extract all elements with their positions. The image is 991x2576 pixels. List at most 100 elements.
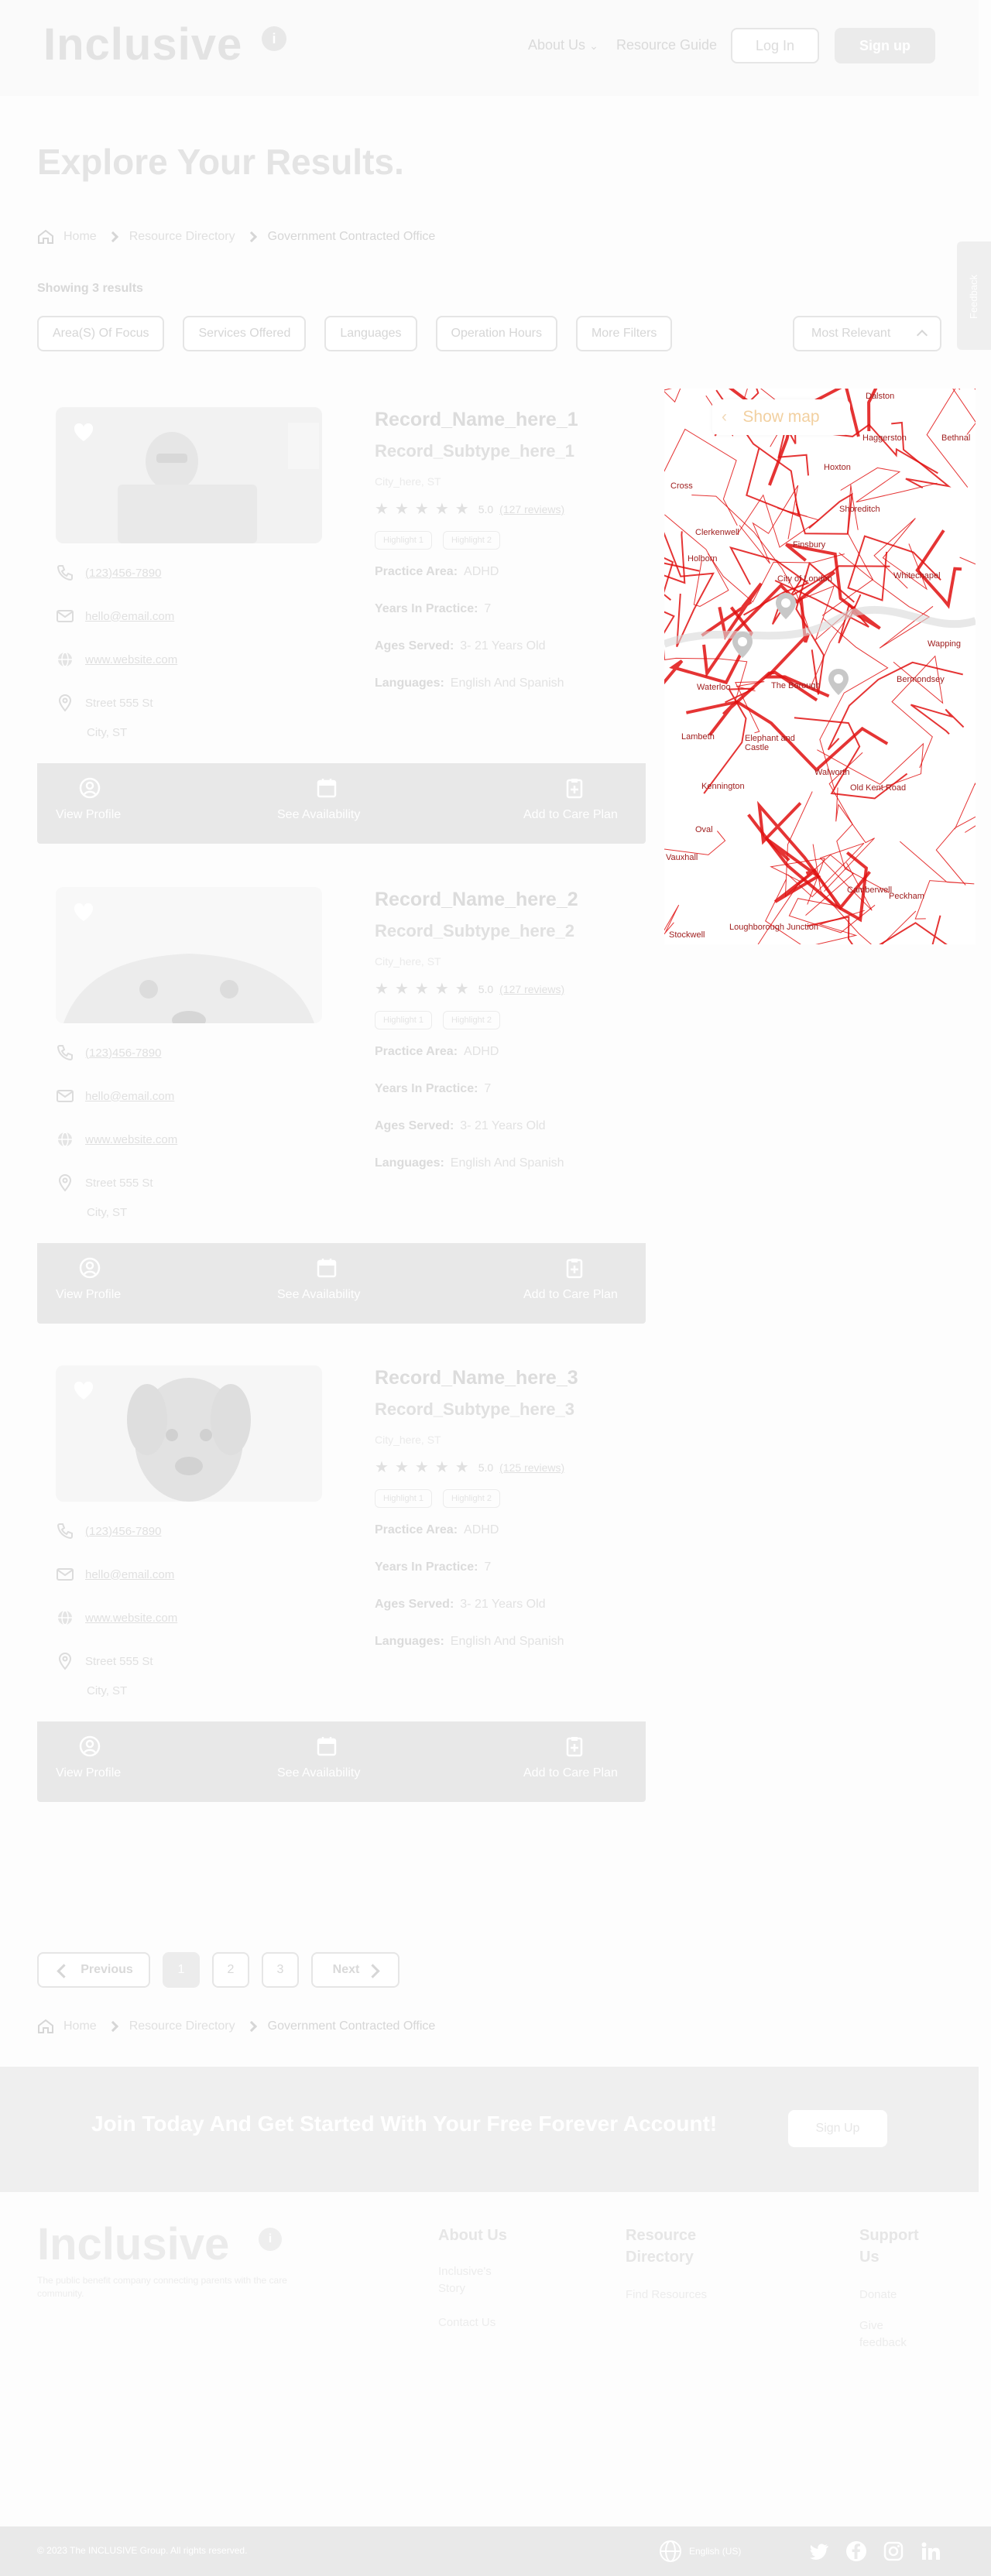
- star-icon: ★: [434, 1459, 449, 1476]
- phone-icon: [57, 565, 73, 581]
- filter-more[interactable]: More Filters: [575, 316, 673, 351]
- provider-photo-frame[interactable]: [56, 887, 322, 1023]
- favorite-heart-icon[interactable]: [73, 903, 94, 923]
- phone-link[interactable]: (123)456-7890: [85, 567, 161, 580]
- login-button[interactable]: Log In: [731, 28, 819, 63]
- footer-link-feedback[interactable]: Give feedback: [859, 2317, 929, 2352]
- filter-operation-hours[interactable]: Operation Hours: [435, 316, 557, 351]
- record-name[interactable]: Record_Name_here_1: [375, 409, 578, 431]
- nav-about-us[interactable]: About Us ⌄: [528, 37, 598, 53]
- website-link[interactable]: www.website.com: [85, 1133, 177, 1146]
- star-icon: ★: [394, 981, 409, 998]
- provider-photo-frame[interactable]: [56, 1365, 322, 1502]
- breadcrumb-directory[interactable]: Resource Directory: [129, 2019, 235, 2033]
- footer-link-story[interactable]: Inclusive's Story: [438, 2263, 508, 2297]
- email-icon: [57, 1568, 74, 1581]
- filter-services-offered[interactable]: Services Offered: [183, 316, 307, 351]
- phone-link[interactable]: (123)456-7890: [85, 1046, 161, 1060]
- reviews-link[interactable]: (127 reviews): [499, 983, 564, 995]
- home-icon[interactable]: [37, 2019, 54, 2034]
- facebook-icon[interactable]: [845, 2540, 867, 2562]
- instagram-icon[interactable]: [883, 2540, 904, 2562]
- reviews-link[interactable]: (127 reviews): [499, 503, 564, 516]
- footer-link-donate[interactable]: Donate: [859, 2287, 897, 2304]
- star-icon: ★: [414, 981, 429, 998]
- email-link[interactable]: hello@email.com: [85, 610, 174, 623]
- breadcrumb: Home Resource Directory Government Contr…: [37, 228, 435, 246]
- phone-row[interactable]: (123)456-7890: [56, 1522, 161, 1540]
- signup-button[interactable]: Sign up: [835, 28, 935, 63]
- breadcrumb-home[interactable]: Home: [63, 230, 97, 244]
- languages-row: Languages: English And Spanish: [375, 1635, 564, 1649]
- phone-row[interactable]: (123)456-7890: [56, 1043, 161, 1062]
- filter-languages[interactable]: Languages: [324, 316, 417, 351]
- email-row[interactable]: hello@email.com: [56, 1087, 174, 1105]
- email-row[interactable]: hello@email.com: [56, 607, 174, 625]
- provider-photo: [56, 1365, 322, 1502]
- page-3-button[interactable]: 3: [262, 1952, 299, 1988]
- website-row[interactable]: www.website.com: [56, 1608, 177, 1627]
- website-link[interactable]: www.website.com: [85, 1612, 177, 1625]
- show-map-button[interactable]: ‹ Show map: [712, 399, 850, 435]
- email-row[interactable]: hello@email.com: [56, 1565, 174, 1584]
- add-care-plan-button[interactable]: Add to Care Plan: [37, 1721, 646, 1802]
- footer-link-find-resources[interactable]: Find Resources: [626, 2287, 707, 2304]
- nav-resource-guide[interactable]: Resource Guide: [616, 37, 717, 53]
- website-row[interactable]: www.website.com: [56, 1130, 177, 1149]
- phone-link[interactable]: (123)456-7890: [85, 1525, 161, 1538]
- show-map-label: Show map: [742, 408, 820, 426]
- provider-photo: [56, 407, 322, 543]
- record-name[interactable]: Record_Name_here_3: [375, 1367, 578, 1389]
- linkedin-icon[interactable]: [920, 2540, 941, 2562]
- previous-page-button[interactable]: Previous: [37, 1952, 150, 1988]
- languages-label: Languages:: [375, 677, 444, 690]
- breadcrumb-current: Government Contracted Office: [267, 230, 436, 243]
- footer-link-contact[interactable]: Contact Us: [438, 2314, 496, 2331]
- feedback-tab[interactable]: Feedback: [957, 242, 991, 350]
- filter-area-of-focus[interactable]: Area(S) Of Focus: [37, 316, 165, 351]
- website-row[interactable]: www.website.com: [56, 650, 177, 669]
- map-pin-icon[interactable]: [774, 591, 797, 621]
- email-link[interactable]: hello@email.com: [85, 1568, 174, 1581]
- sort-dropdown[interactable]: Most Relevant: [793, 316, 941, 351]
- practice-area-value: ADHD: [464, 1523, 499, 1536]
- favorite-heart-icon[interactable]: [73, 423, 94, 443]
- language-selector[interactable]: English (US): [658, 2539, 741, 2564]
- map-place-label: Haggerston: [862, 433, 907, 443]
- page-1-button[interactable]: 1: [163, 1952, 200, 1988]
- twitter-icon[interactable]: [808, 2540, 830, 2562]
- home-icon[interactable]: [37, 229, 54, 245]
- reviews-link[interactable]: (125 reviews): [499, 1461, 564, 1474]
- record-name[interactable]: Record_Name_here_2: [375, 889, 578, 911]
- next-page-button[interactable]: Next: [311, 1952, 399, 1988]
- phone-icon: [57, 1045, 73, 1061]
- footer-logo[interactable]: Inclusive: [37, 2218, 229, 2270]
- email-link[interactable]: hello@email.com: [85, 1090, 174, 1103]
- map-place-label: Cross: [670, 481, 693, 491]
- provider-photo-frame[interactable]: [56, 407, 322, 543]
- page-2-button[interactable]: 2: [212, 1952, 249, 1988]
- map-place-label: The Borough: [771, 681, 821, 690]
- map-pin-icon[interactable]: [731, 630, 754, 659]
- result-card: Record_Name_here_3 Record_Subtype_here_3 C…: [37, 1347, 646, 1802]
- add-care-plan-button[interactable]: Add to Care Plan: [37, 763, 646, 844]
- add-care-plan-button[interactable]: Add to Care Plan: [37, 1243, 646, 1324]
- years-value: 7: [484, 602, 492, 615]
- phone-row[interactable]: (123)456-7890: [56, 564, 161, 582]
- website-link[interactable]: www.website.com: [85, 653, 177, 666]
- breadcrumb-home[interactable]: Home: [63, 2019, 97, 2033]
- breadcrumb-directory[interactable]: Resource Directory: [129, 230, 235, 244]
- site-logo[interactable]: Inclusive: [43, 19, 242, 70]
- cta-signup-button[interactable]: Sign Up: [788, 2110, 887, 2147]
- map-place-label: Kennington: [701, 782, 745, 791]
- highlight-tag: Highlight 1: [375, 531, 432, 550]
- logo-badge-icon: i: [262, 26, 286, 51]
- record-subtype: Record_Subtype_here_3: [375, 1399, 574, 1419]
- highlight-tag: Highlight 2: [442, 531, 500, 550]
- map-roads: [664, 389, 976, 944]
- favorite-heart-icon[interactable]: [73, 1381, 94, 1401]
- map-pin-icon[interactable]: [827, 667, 850, 697]
- address-street: Street 555 St: [85, 696, 153, 710]
- cta-text: Join Today And Get Started With Your Fre…: [91, 2112, 718, 2136]
- results-map[interactable]: ‹ Show map Dalston Haggerston Hoxton Shored…: [664, 389, 976, 944]
